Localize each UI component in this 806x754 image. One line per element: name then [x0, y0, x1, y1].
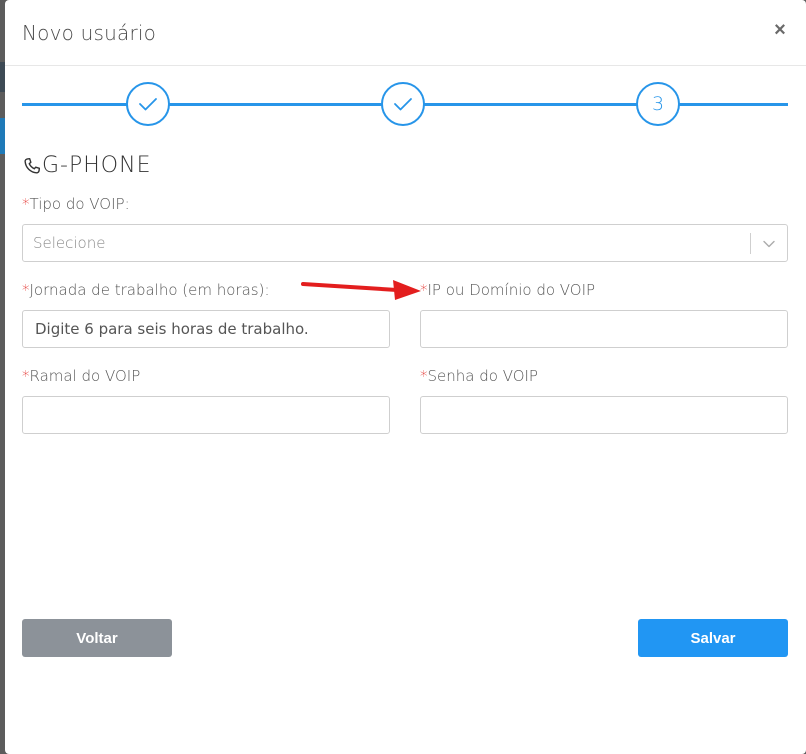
required-mark: * [22, 195, 30, 213]
wizard-stepper: 3 [22, 82, 788, 128]
voip-password-label-text: Senha do VOIP [427, 367, 538, 385]
modal-header: Novo usuário × [5, 0, 806, 66]
workday-label: *Jornada de trabalho (em horas): [22, 281, 270, 299]
step-3-current[interactable]: 3 [636, 82, 680, 126]
voip-password-label: *Senha do VOIP [420, 367, 538, 385]
step-1-complete[interactable] [126, 82, 170, 126]
step-number: 3 [651, 93, 665, 115]
back-button[interactable]: Voltar [22, 619, 172, 657]
voip-host-label-text: IP ou Domínio do VOIP [427, 281, 596, 299]
voip-password-input[interactable] [420, 396, 788, 434]
save-button[interactable]: Salvar [638, 619, 788, 657]
required-mark: * [22, 281, 30, 299]
required-mark: * [420, 367, 428, 385]
section-title: G-PHONE [22, 153, 151, 178]
voip-extension-label: *Ramal do VOIP [22, 367, 140, 385]
voip-type-select[interactable]: Selecione [22, 224, 788, 262]
voip-host-label: *IP ou Domínio do VOIP [420, 281, 595, 299]
check-icon [139, 98, 157, 111]
chevron-down-icon[interactable] [761, 236, 777, 252]
check-icon [394, 98, 412, 111]
required-mark: * [420, 281, 428, 299]
step-2-complete[interactable] [381, 82, 425, 126]
select-separator [750, 233, 751, 254]
workday-label-text: Jornada de trabalho (em horas): [29, 281, 270, 299]
new-user-modal: Novo usuário × 3 G-PHONE *Tipo do VOIP: … [5, 0, 806, 754]
required-mark: * [22, 367, 30, 385]
voip-extension-label-text: Ramal do VOIP [29, 367, 141, 385]
voip-type-label-text: Tipo do VOIP: [29, 195, 130, 213]
close-icon[interactable]: × [772, 20, 788, 40]
voip-host-input[interactable] [420, 310, 788, 348]
phone-icon [24, 157, 41, 174]
voip-type-select-value: Selecione [33, 234, 106, 252]
red-arrow-annotation [301, 280, 421, 300]
modal-title: Novo usuário [22, 21, 157, 45]
voip-extension-input[interactable] [22, 396, 390, 434]
workday-input[interactable] [22, 310, 390, 348]
section-title-text: G-PHONE [42, 153, 152, 178]
voip-type-label: *Tipo do VOIP: [22, 195, 130, 213]
